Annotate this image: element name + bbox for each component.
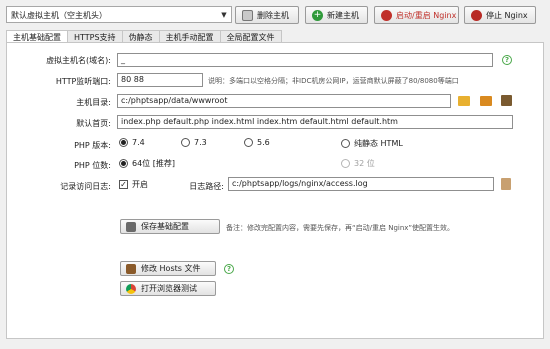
folder-icon[interactable] [480,96,492,106]
restart-nginx-button[interactable]: 启动/重启 Nginx [374,6,459,24]
open-browser-button[interactable]: 打开浏览器测试 [120,281,216,296]
php-bits-32: 32 位 [341,158,375,169]
php-version-56[interactable]: 5.6 [244,138,270,147]
save-icon [126,221,136,232]
php-version-74-label: 7.4 [132,138,145,147]
php-bits-64-label: 64位 [推荐] [132,159,175,168]
delete-host-label: 删除主机 [257,10,289,20]
chevron-down-icon[interactable]: ▼ [217,7,231,22]
radio-dot [341,139,350,148]
edit-hosts-button[interactable]: 修改 Hosts 文件 [120,261,216,276]
stop-nginx-label: 停止 Nginx [486,10,528,20]
terminal-icon[interactable] [501,95,512,106]
new-host-button[interactable]: + 新建主机 [305,6,368,24]
stop-icon [471,9,482,21]
root-dir-input[interactable]: c:/phptsapp/data/wwwroot [117,94,451,108]
save-config-button[interactable]: 保存基础配置 [120,219,220,234]
checkbox-box: ✓ [119,179,128,189]
hostname-label: 虚拟主机名(域名): [46,56,111,65]
plus-icon: + [312,9,323,21]
port-input[interactable]: 80 88 [117,73,203,87]
index-input[interactable]: index.php default.php index.html index.h… [117,115,513,129]
radio-dot [119,138,128,147]
delete-host-button[interactable]: 删除主机 [235,6,299,24]
php-version-56-label: 5.6 [257,138,270,147]
log-path-input[interactable]: c:/phptsapp/logs/nginx/access.log [228,177,494,191]
stop-nginx-button[interactable]: 停止 Nginx [464,6,536,24]
folder-open-icon[interactable] [458,96,470,106]
index-label: 默认首页: [76,119,111,128]
php-bits-64[interactable]: 64位 [推荐] [119,158,175,169]
save-note: 备注：修改完配置内容，需要先保存，再“启动/重启 Nginx”使配置生效。 [226,224,455,232]
port-label: HTTP监听端口: [55,77,111,86]
open-browser-label: 打开浏览器测试 [141,284,197,293]
php-version-static[interactable]: 纯静态 HTML [341,138,403,149]
new-host-label: 新建主机 [327,10,359,20]
host-select[interactable]: 默认虚拟主机（空主机头） ▼ [6,6,232,23]
play-icon [381,9,392,21]
radio-dot [341,159,350,168]
php-version-label: PHP 版本: [74,141,111,150]
chrome-icon [126,283,136,294]
help-icon[interactable]: ? [224,264,234,274]
hosts-file-icon [126,263,136,274]
php-version-73[interactable]: 7.3 [181,138,207,147]
php-bits-32-label: 32 位 [354,159,375,168]
php-version-static-label: 纯静态 HTML [354,139,403,148]
log-enable-checkbox[interactable]: ✓ 开启 [119,179,148,190]
radio-dot [244,138,253,147]
log-enable-label: 开启 [132,180,148,189]
access-log-label: 记录访问日志: [60,182,111,191]
save-config-label: 保存基础配置 [141,222,189,231]
root-dir-label: 主机目录: [76,98,111,107]
restart-nginx-label: 启动/重启 Nginx [396,10,457,20]
port-note: 说明：多端口以空格分隔；非IDC机房公网IP，运营商默认屏蔽了80/8080等端… [208,77,459,85]
edit-hosts-label: 修改 Hosts 文件 [141,264,201,273]
trash-icon [242,9,253,21]
radio-dot [181,138,190,147]
host-select-value: 默认虚拟主机（空主机头） [11,11,107,20]
radio-dot [119,159,128,168]
help-icon[interactable]: ? [502,55,512,65]
hostname-input[interactable]: _ [117,53,493,67]
php-bits-label: PHP 位数: [74,161,111,170]
php-version-73-label: 7.3 [194,138,207,147]
log-path-label: 日志路径: [189,182,224,191]
document-icon[interactable] [501,178,511,190]
php-version-74[interactable]: 7.4 [119,138,145,147]
